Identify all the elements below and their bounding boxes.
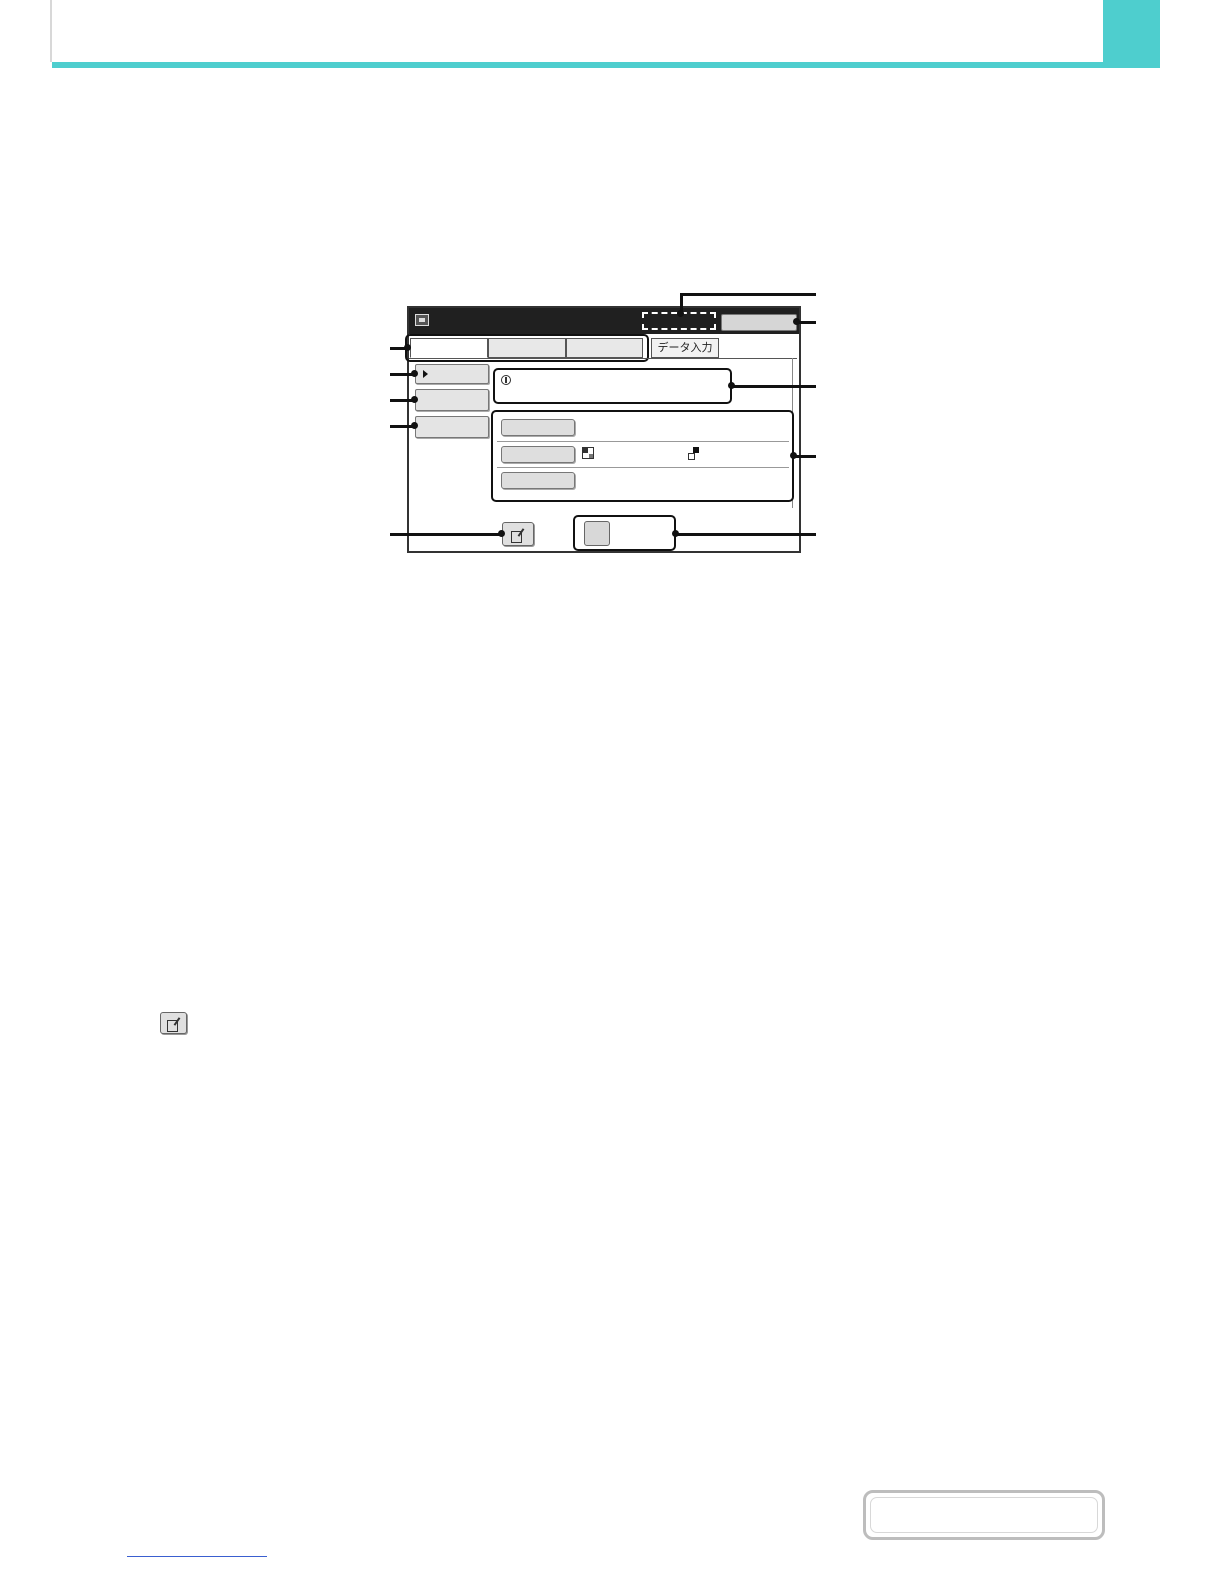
contents-button[interactable]	[863, 1490, 1105, 1540]
leader-line	[732, 385, 816, 388]
header-tab-marker	[1103, 0, 1160, 64]
leader-line	[794, 455, 816, 458]
edit-icon-inline	[160, 1012, 187, 1034]
row-divider	[497, 441, 789, 442]
leader-dot	[411, 422, 418, 429]
header-rule	[52, 62, 1160, 68]
tab-data-entry[interactable]: データ入力	[651, 338, 719, 358]
leader-dot	[728, 382, 735, 389]
leader-line	[676, 533, 816, 536]
footer-link-underline[interactable]	[127, 1556, 267, 1557]
setting-button-2[interactable]	[501, 446, 575, 463]
side-menu-button-3[interactable]	[415, 416, 489, 438]
edit-icon	[166, 1017, 182, 1032]
contents-button-inner	[870, 1497, 1098, 1533]
leader-dot	[411, 370, 418, 377]
setting-button-1[interactable]	[501, 419, 575, 436]
leader-dot	[404, 344, 411, 351]
screen-mode-icon	[415, 314, 429, 326]
leader-dot	[498, 530, 505, 537]
leader-dot	[672, 530, 679, 537]
message-area-callout	[493, 368, 732, 404]
leader-dot	[411, 396, 418, 403]
leader-line	[390, 533, 502, 536]
checker-pattern-icon	[582, 447, 594, 459]
corner-pattern-icon	[688, 447, 700, 460]
leader-line	[680, 293, 816, 296]
row-divider	[497, 467, 789, 468]
side-menu-button-2[interactable]	[415, 389, 489, 411]
leader-dot	[790, 452, 797, 459]
leader-dot	[793, 318, 800, 325]
leader-dot	[677, 310, 684, 317]
edit-icon	[510, 528, 526, 543]
edit-icon-button[interactable]	[502, 522, 534, 546]
bottom-button[interactable]	[584, 521, 610, 546]
header-left-edge	[50, 0, 52, 62]
info-icon	[501, 375, 511, 385]
content-top-rule	[409, 358, 797, 359]
side-menu-button-1[interactable]	[415, 364, 489, 384]
selected-arrow-icon	[423, 370, 428, 378]
top-right-button[interactable]	[721, 314, 797, 331]
setting-button-3[interactable]	[501, 472, 575, 489]
